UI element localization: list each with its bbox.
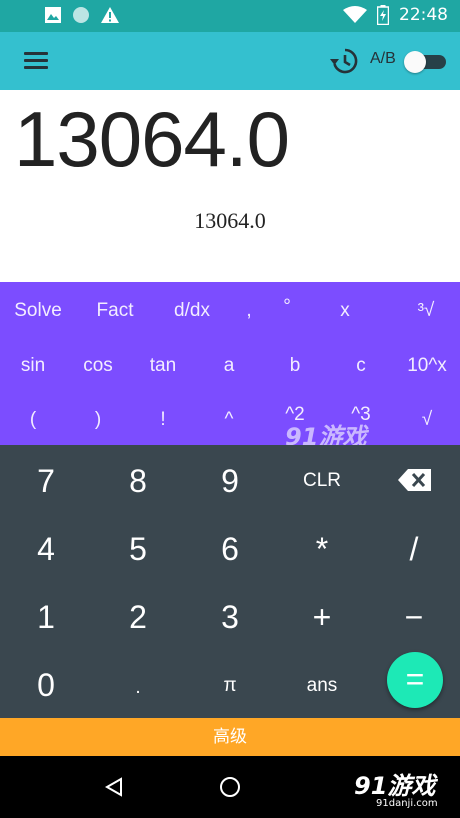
answer-button[interactable]: ans (282, 675, 362, 697)
circle-icon (73, 7, 89, 23)
sin-button[interactable]: sin (0, 355, 66, 377)
backspace-icon[interactable] (398, 469, 432, 491)
advanced-toggle-bar[interactable]: 高级 (0, 718, 460, 756)
degree-button[interactable]: ° (254, 296, 320, 318)
ab-mode-label: A/B (370, 50, 396, 67)
open-paren-button[interactable]: ( (0, 409, 66, 431)
power-button[interactable]: ^ (196, 409, 262, 431)
digit-3-button[interactable]: 3 (190, 599, 270, 636)
decimal-button[interactable]: . (98, 677, 178, 699)
back-icon[interactable] (104, 777, 124, 797)
digit-8-button[interactable]: 8 (98, 463, 178, 500)
digit-1-button[interactable]: 1 (6, 599, 86, 636)
factorial-button[interactable]: ! (130, 409, 196, 431)
status-system: 22:48 (343, 5, 448, 25)
digit-2-button[interactable]: 2 (98, 599, 178, 636)
clear-button[interactable]: CLR (282, 470, 362, 492)
battery-icon (377, 5, 389, 25)
add-button[interactable]: + (282, 599, 362, 636)
hamburger-menu-icon[interactable] (24, 52, 48, 70)
subtract-button[interactable]: − (374, 599, 454, 636)
expression-input[interactable]: 13064.0 (14, 94, 290, 185)
multiply-button[interactable]: * (282, 531, 362, 568)
image-icon (45, 7, 61, 23)
divide-button[interactable]: / (374, 531, 454, 568)
status-notifications (44, 6, 120, 24)
history-icon[interactable] (330, 47, 358, 75)
variable-x-button[interactable]: x (312, 300, 378, 322)
pi-button[interactable]: π (190, 675, 270, 697)
square-root-button[interactable]: √ (394, 409, 460, 431)
status-bar: 22:48 (0, 0, 460, 32)
variable-b-button[interactable]: b (262, 355, 328, 377)
ab-mode-toggle[interactable] (404, 51, 446, 73)
equals-button[interactable]: = (387, 652, 443, 708)
digit-7-button[interactable]: 7 (6, 463, 86, 500)
advanced-function-pad: Solve Fact d/dx , ° x ³√ sin cos tan a b… (0, 282, 460, 451)
system-navigation-bar: 91游戏 91danji.com (0, 756, 460, 818)
variable-c-button[interactable]: c (328, 355, 394, 377)
digit-5-button[interactable]: 5 (98, 531, 178, 568)
toggle-knob (404, 51, 426, 73)
cube-root-button[interactable]: ³√ (393, 300, 459, 322)
warning-icon (101, 7, 119, 23)
number-pad: 7 8 9 CLR 4 5 6 * / 1 2 3 + − 0 . π ans … (0, 445, 460, 718)
toolbar: A/B (0, 32, 460, 90)
fact-button[interactable]: Fact (82, 300, 148, 322)
ten-power-button[interactable]: 10^x (394, 355, 460, 377)
watermark-corner-site: 91danji.com (376, 798, 438, 809)
digit-0-button[interactable]: 0 (6, 667, 86, 704)
digit-9-button[interactable]: 9 (190, 463, 270, 500)
watermark-corner-logo: 91游戏 (354, 772, 436, 800)
solve-button[interactable]: Solve (5, 300, 71, 322)
home-icon[interactable] (219, 776, 241, 798)
status-time: 22:48 (399, 5, 448, 25)
variable-a-button[interactable]: a (196, 355, 262, 377)
close-paren-button[interactable]: ) (65, 409, 131, 431)
tan-button[interactable]: tan (130, 355, 196, 377)
digit-4-button[interactable]: 4 (6, 531, 86, 568)
digit-6-button[interactable]: 6 (190, 531, 270, 568)
result-output: 13064.0 (194, 208, 266, 233)
cos-button[interactable]: cos (65, 355, 131, 377)
display-area: 13064.0 13064.0 91游戏 91danji.com (0, 90, 460, 288)
wifi-icon (343, 6, 367, 23)
